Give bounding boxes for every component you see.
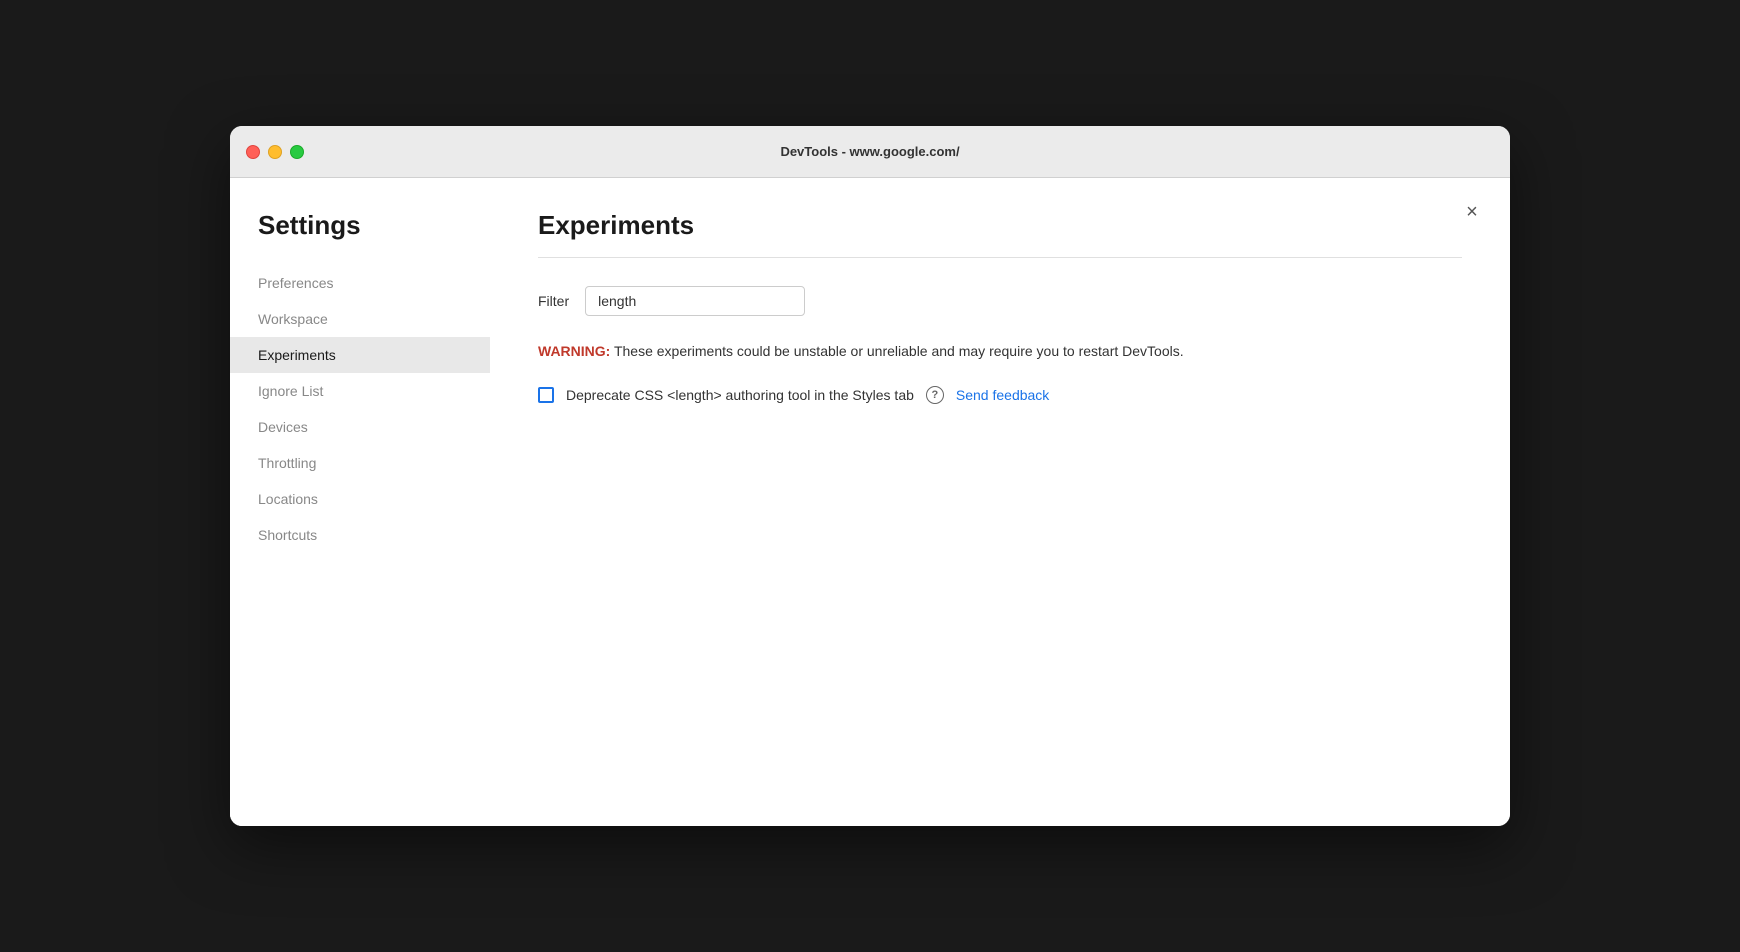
sidebar-item-devices[interactable]: Devices [230,409,490,445]
help-icon[interactable]: ? [926,386,944,404]
window-title: DevTools - www.google.com/ [780,144,959,159]
sidebar-item-shortcuts[interactable]: Shortcuts [230,517,490,553]
title-divider [538,257,1462,258]
warning-label: WARNING: [538,343,610,359]
maximize-traffic-light[interactable] [290,145,304,159]
devtools-window: DevTools - www.google.com/ Settings Pref… [230,126,1510,826]
sidebar-item-preferences[interactable]: Preferences [230,265,490,301]
titlebar: DevTools - www.google.com/ [230,126,1510,178]
sidebar: Settings Preferences Workspace Experimen… [230,178,490,826]
sidebar-item-throttling[interactable]: Throttling [230,445,490,481]
warning-box: WARNING: These experiments could be unst… [538,340,1462,362]
traffic-lights [246,145,304,159]
sidebar-item-ignore-list[interactable]: Ignore List [230,373,490,409]
send-feedback-link[interactable]: Send feedback [956,387,1049,403]
minimize-traffic-light[interactable] [268,145,282,159]
filter-label: Filter [538,293,569,309]
warning-body: These experiments could be unstable or u… [610,343,1183,359]
warning-text: WARNING: These experiments could be unst… [538,340,1462,362]
main-panel: × Experiments Filter WARNING: These expe… [490,178,1510,826]
sidebar-item-workspace[interactable]: Workspace [230,301,490,337]
content-area: Settings Preferences Workspace Experimen… [230,178,1510,826]
experiment-item-deprecate-css-length: Deprecate CSS <length> authoring tool in… [538,386,1462,404]
sidebar-nav: Preferences Workspace Experiments Ignore… [230,265,490,553]
filter-row: Filter [538,286,1462,316]
page-title: Experiments [538,210,1462,241]
settings-heading: Settings [230,210,490,265]
close-button[interactable]: × [1458,198,1486,226]
close-traffic-light[interactable] [246,145,260,159]
sidebar-item-experiments[interactable]: Experiments [230,337,490,373]
sidebar-item-locations[interactable]: Locations [230,481,490,517]
experiment-checkbox-deprecate-css-length[interactable] [538,387,554,403]
experiment-label-deprecate-css-length: Deprecate CSS <length> authoring tool in… [566,387,914,403]
filter-input[interactable] [585,286,805,316]
